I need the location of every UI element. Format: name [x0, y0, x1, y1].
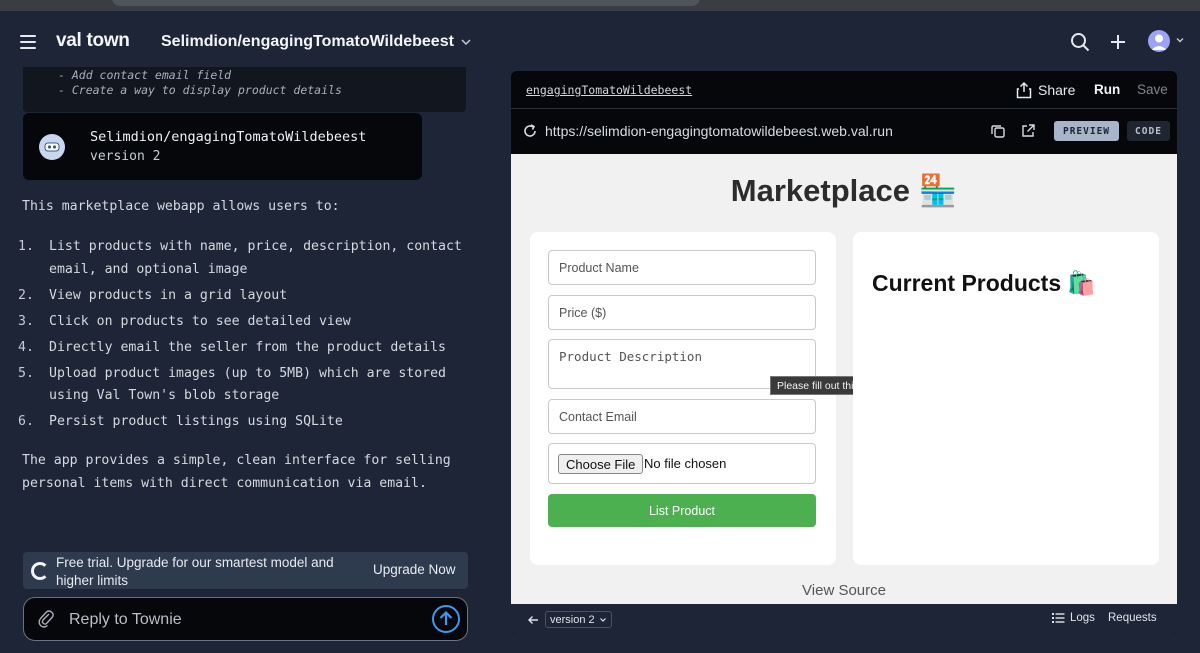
search-icon[interactable]: [1069, 31, 1091, 53]
code-line: - Add contact email field: [58, 68, 232, 82]
message-outro: The app provides a simple, clean interfa…: [22, 453, 451, 491]
list-item: 5. Upload product images (up to 5MB) whic…: [18, 365, 446, 404]
list-icon: [1052, 613, 1065, 623]
product-name-input[interactable]: [548, 250, 816, 285]
list-item: 4. Directly email the seller from the pro…: [18, 339, 446, 355]
code-line: - Create a way to display product detail…: [58, 83, 342, 97]
arrow-up-icon: [439, 610, 453, 625]
share-label: Share: [1038, 82, 1076, 98]
code-snippet: - Add contact email field - Create a way…: [23, 67, 466, 112]
list-item: 3. Click on products to see detailed view: [18, 313, 351, 329]
products-card: Current Products 🛍️: [853, 232, 1159, 565]
view-source-link[interactable]: View Source: [511, 582, 1177, 599]
reply-input[interactable]: [69, 608, 409, 632]
preview-footer: version 2 Logs Requests: [511, 604, 1177, 635]
val-card-title: Selimdion/engagingTomatoWildebeest: [90, 129, 367, 145]
run-button[interactable]: Run: [1094, 82, 1120, 97]
arrow-left-icon[interactable]: [527, 614, 539, 626]
email-field[interactable]: [548, 399, 816, 434]
paperclip-icon[interactable]: [37, 609, 55, 629]
bot-icon: [39, 134, 65, 160]
app-header: val town Selimdion/engagingTomatoWildebe…: [0, 11, 1200, 71]
list-item: 2. View products in a grid layout: [18, 287, 288, 303]
app-iframe: Marketplace 🏪 Choose File No file chosen…: [511, 154, 1177, 604]
url-bar: https://selimdion-engagingtomatowildebee…: [511, 109, 1177, 154]
external-link-icon[interactable]: [1020, 123, 1036, 139]
feature-list: 1. List products with name, price, descri…: [18, 236, 468, 438]
page-title: Marketplace 🏪: [730, 173, 958, 208]
upgrade-now-button[interactable]: Upgrade Now: [373, 562, 456, 577]
choose-file-button[interactable]: Choose File: [558, 454, 644, 474]
preview-toggle[interactable]: PREVIEW: [1054, 121, 1119, 141]
user-icon: [1151, 34, 1167, 50]
trial-banner: Free trial. Upgrade for our smartest mod…: [23, 552, 468, 589]
shopping-bags-icon: 🛍️: [1067, 270, 1096, 296]
save-button[interactable]: Save: [1137, 82, 1168, 97]
preview-panel: engagingTomatoWildebeest Share Run Save …: [511, 71, 1177, 635]
avatar[interactable]: [1148, 30, 1170, 52]
val-name-label: Selimdion/engagingTomatoWildebeest: [161, 33, 454, 50]
message-intro: This marketplace webapp allows users to:: [22, 199, 340, 214]
version-select[interactable]: version 2: [545, 611, 612, 628]
list-item: 1. List products with name, price, descri…: [18, 239, 462, 277]
chevron-down-icon: [461, 39, 471, 46]
file-status: No file chosen: [644, 456, 727, 471]
val-town-logo[interactable]: val town: [56, 30, 130, 52]
products-heading: Current Products 🛍️: [872, 270, 1096, 296]
plus-icon[interactable]: [1107, 31, 1129, 53]
copy-icon[interactable]: [990, 123, 1006, 139]
trial-text: Free trial. Upgrade for our smartest mod…: [56, 555, 334, 588]
avatar-chevron-icon[interactable]: [1175, 35, 1185, 45]
code-toggle[interactable]: CODE: [1127, 121, 1170, 141]
share-icon: [1016, 81, 1032, 99]
price-input[interactable]: [548, 295, 816, 330]
reply-composer: [23, 597, 468, 641]
preview-toolbar: engagingTomatoWildebeest Share Run Save: [511, 71, 1177, 109]
list-item: 6. Persist product listings using SQLite: [18, 414, 343, 430]
requests-button[interactable]: Requests: [1108, 612, 1157, 624]
loading-spinner-icon: [31, 562, 49, 580]
send-button[interactable]: [432, 605, 460, 633]
browser-tab-strip: [0, 0, 1200, 11]
store-icon: 🏪: [918, 173, 958, 208]
logs-button[interactable]: Logs: [1052, 612, 1095, 624]
menu-icon[interactable]: [20, 35, 36, 49]
val-card-version: version 2: [90, 149, 161, 164]
preview-url[interactable]: https://selimdion-engagingtomatowildebee…: [545, 123, 893, 139]
browser-address-pill[interactable]: [112, 0, 700, 6]
val-link[interactable]: engagingTomatoWildebeest: [526, 83, 692, 97]
chevron-down-icon: [599, 617, 606, 622]
val-name-dropdown[interactable]: Selimdion/engagingTomatoWildebeest: [161, 33, 472, 51]
share-button[interactable]: Share: [1016, 81, 1075, 99]
val-version-card[interactable]: Selimdion/engagingTomatoWildebeest versi…: [23, 113, 422, 180]
file-upload: Choose File No file chosen: [548, 443, 816, 484]
list-product-button[interactable]: List Product: [548, 494, 816, 527]
product-form-card: Choose File No file chosen List Product …: [530, 232, 891, 565]
reload-icon[interactable]: [522, 123, 538, 139]
